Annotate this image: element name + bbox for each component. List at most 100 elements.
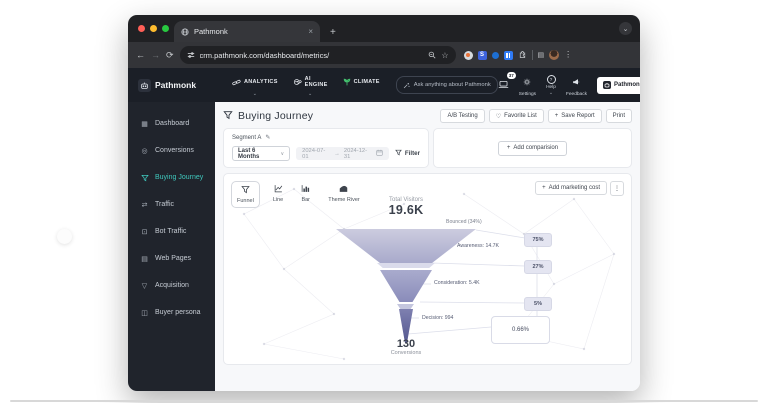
page-icon: ▤ xyxy=(140,255,149,263)
sidebar-item-buying-journey[interactable]: Buying Journey xyxy=(128,164,215,191)
nav-analytics[interactable]: ANALYTICS ⌄ xyxy=(232,73,278,97)
persona-icon: ◫ xyxy=(140,309,149,317)
appbar-right: 37 Settings ? Help ⌄ Feedb xyxy=(498,73,640,97)
save-report-button[interactable]: +Save Report xyxy=(548,109,602,123)
browser-window: Pathmonk × + ⌄ ← → ⟳ crm.pathmonk.com/da… xyxy=(128,15,640,391)
decision-percent-badge: 5% xyxy=(524,297,552,311)
sidebar-item-acquisition[interactable]: ▽ Acquisition xyxy=(128,272,215,299)
extension-icon-3[interactable] xyxy=(492,52,499,59)
extension-icon-2[interactable]: S xyxy=(478,51,487,60)
theme-river-icon xyxy=(339,184,348,195)
browser-tab-strip: Pathmonk × + ⌄ xyxy=(128,15,640,42)
sidebar-item-buyer-persona[interactable]: ◫ Buyer persona xyxy=(128,299,215,326)
extension-icon-1[interactable] xyxy=(464,51,473,60)
nav-climate[interactable]: CLIMATE xyxy=(343,73,380,91)
plant-icon xyxy=(343,73,351,91)
feedback-label: Feedback xyxy=(566,92,587,97)
tab-close-icon[interactable]: × xyxy=(308,28,313,36)
print-button[interactable]: Print xyxy=(606,109,632,123)
ask-anything-input[interactable]: Ask anything about Pathmonk xyxy=(396,76,498,94)
filter-funnel-icon xyxy=(395,149,402,158)
chain-icon xyxy=(232,73,241,91)
heart-icon: ♡ xyxy=(496,113,501,120)
funnel-chart-card: Funnel Line Bar xyxy=(223,173,632,365)
extension-icon-4[interactable] xyxy=(504,51,513,60)
tab-bar[interactable]: Bar xyxy=(296,181,315,206)
tab-theme-river[interactable]: Theme River xyxy=(323,181,364,206)
device-status-button[interactable]: 37 xyxy=(498,76,509,94)
chevron-down-icon: ⌄ xyxy=(253,92,257,97)
date-from: 2024-07-01 xyxy=(302,148,330,160)
chevron-down-icon: ∨ xyxy=(280,151,284,157)
help-label: Help xyxy=(546,85,556,90)
favorite-list-button[interactable]: ♡Favorite List xyxy=(489,109,544,123)
segment-name: Segment A xyxy=(232,135,261,141)
profile-avatar[interactable] xyxy=(549,50,559,60)
conversions-total: 130 Conversions xyxy=(336,338,476,356)
ask-anything-label: Ask anything about Pathmonk xyxy=(414,82,491,88)
comparison-card: + Add comparision xyxy=(433,128,632,168)
ai-engine-icon xyxy=(293,73,302,91)
sidebar-item-traffic[interactable]: ⇄ Traffic xyxy=(128,191,215,218)
date-range-select[interactable]: Last 6 Months ∨ xyxy=(232,146,290,161)
sidebar-item-web-pages[interactable]: ▤ Web Pages xyxy=(128,245,215,272)
sidebar-item-bot-traffic[interactable]: ⊡ Bot Traffic xyxy=(128,218,215,245)
reload-icon[interactable]: ⟳ xyxy=(166,51,174,60)
acquisition-icon: ▽ xyxy=(140,282,149,290)
add-marketing-cost-button[interactable]: + Add marketing cost xyxy=(535,181,607,195)
bookmark-star-icon[interactable]: ☆ xyxy=(441,51,448,60)
conversion-rate-box: 0.66% xyxy=(491,316,550,344)
decision-label: Decision: 994 xyxy=(422,315,453,321)
toolbar-divider xyxy=(532,50,533,60)
url-text: crm.pathmonk.com/dashboard/metrics/ xyxy=(200,51,424,60)
chart-menu-icon[interactable]: ⋮ xyxy=(610,181,624,196)
app-nav: ANALYTICS ⌄ AI ENGINE ⌄ xyxy=(232,73,380,97)
add-comparison-button[interactable]: + Add comparision xyxy=(498,141,567,156)
tab-line[interactable]: Line xyxy=(268,181,288,206)
tab-funnel[interactable]: Funnel xyxy=(231,181,260,208)
back-icon[interactable]: ← xyxy=(136,51,145,60)
target-icon: ◎ xyxy=(140,147,149,155)
zoom-icon[interactable] xyxy=(428,46,436,64)
brand[interactable]: Pathmonk xyxy=(138,79,224,92)
minimize-window-button[interactable] xyxy=(150,25,157,32)
forward-icon[interactable]: → xyxy=(151,51,160,60)
sidebar-item-conversions[interactable]: ◎ Conversions xyxy=(128,137,215,164)
sidebar-item-dashboard[interactable]: ▦ Dashboard xyxy=(128,110,215,137)
feedback-button[interactable]: Feedback xyxy=(566,73,587,97)
ab-testing-button[interactable]: A/B Testing xyxy=(440,109,484,123)
browser-toolbar: ← → ⟳ crm.pathmonk.com/dashboard/metrics… xyxy=(128,42,640,68)
close-window-button[interactable] xyxy=(138,25,145,32)
filter-button[interactable]: Filter xyxy=(395,149,420,158)
edit-pencil-icon[interactable]: ✎ xyxy=(265,134,270,141)
account-button[interactable]: Pathmonk xyxy=(597,77,640,94)
line-chart-icon xyxy=(274,184,283,195)
address-bar[interactable]: crm.pathmonk.com/dashboard/metrics/ ☆ xyxy=(180,46,456,64)
traffic-icon: ⇄ xyxy=(140,201,149,209)
side-panel-icon[interactable]: ▤ xyxy=(538,51,545,59)
nav-ai-engine[interactable]: AI ENGINE ⌄ xyxy=(293,73,328,97)
settings-button[interactable]: Settings xyxy=(519,73,536,97)
brand-name: Pathmonk xyxy=(155,80,196,90)
site-settings-icon[interactable] xyxy=(187,46,195,64)
device-badge-count: 37 xyxy=(507,72,516,79)
page-title: Buying Journey xyxy=(223,107,313,125)
maximize-window-button[interactable] xyxy=(162,25,169,32)
tab-search-button[interactable]: ⌄ xyxy=(619,22,632,35)
help-icon: ? xyxy=(547,75,556,84)
consideration-label: Consideration: 5.4K xyxy=(434,280,480,286)
new-tab-button[interactable]: + xyxy=(330,28,336,38)
bottom-divider xyxy=(10,400,758,402)
bot-icon: ⊡ xyxy=(140,228,149,236)
pathmonk-logo-icon xyxy=(138,79,151,92)
plus-icon: + xyxy=(555,113,559,119)
browser-tab[interactable]: Pathmonk × xyxy=(174,21,320,42)
gear-icon xyxy=(523,73,531,91)
settings-label: Settings xyxy=(519,92,536,97)
account-logo-icon xyxy=(603,81,611,89)
extensions-puzzle-icon[interactable] xyxy=(518,46,527,64)
browser-menu-icon[interactable]: ⋮ xyxy=(564,51,572,59)
help-button[interactable]: ? Help ⌄ xyxy=(546,75,556,96)
plus-icon: + xyxy=(542,185,546,191)
account-label: Pathmonk xyxy=(614,82,640,88)
